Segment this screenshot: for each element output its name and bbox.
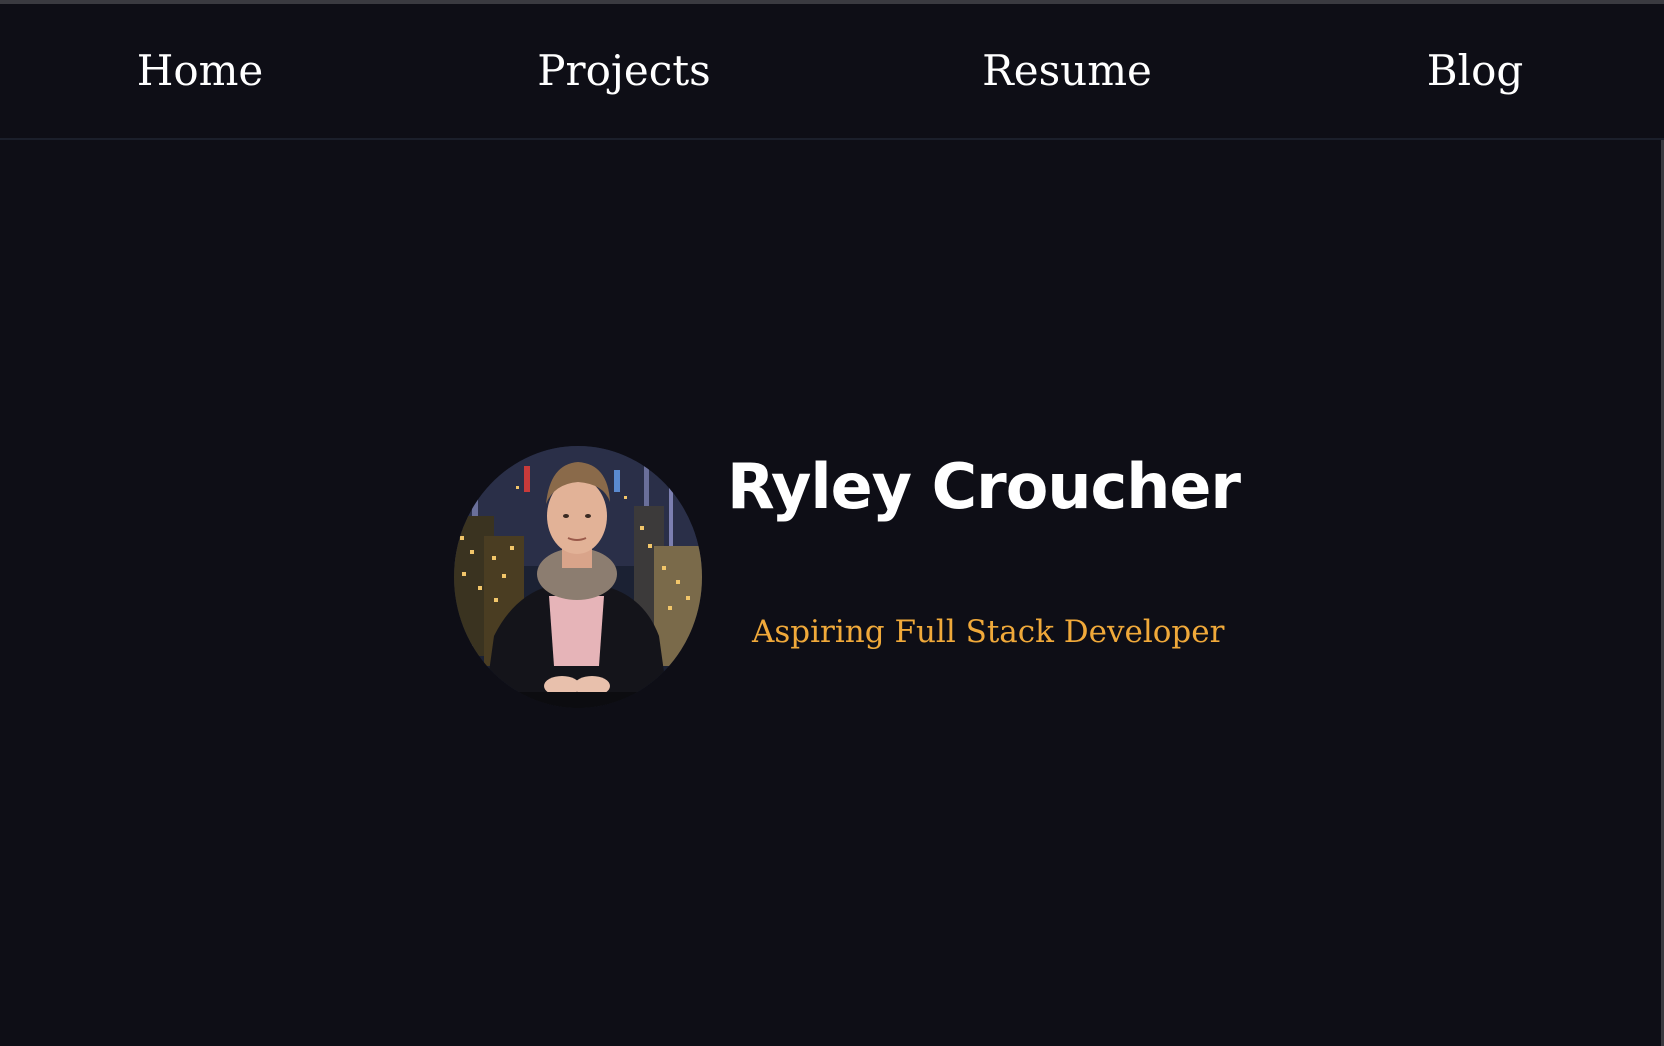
hero-section: Ryley Croucher Aspiring Full Stack Devel… [0,140,1664,1046]
profile-name: Ryley Croucher [727,450,1241,523]
avatar [454,446,702,708]
top-navigation: Home Projects Resume Blog [0,4,1664,140]
nav-link-projects[interactable]: Projects [537,4,710,138]
nav-link-blog[interactable]: Blog [1427,4,1523,138]
profile-tagline: Aspiring Full Stack Developer [752,614,1225,650]
nav-link-resume[interactable]: Resume [982,4,1152,138]
profile-photo-icon [454,446,702,708]
nav-link-home[interactable]: Home [137,4,264,138]
